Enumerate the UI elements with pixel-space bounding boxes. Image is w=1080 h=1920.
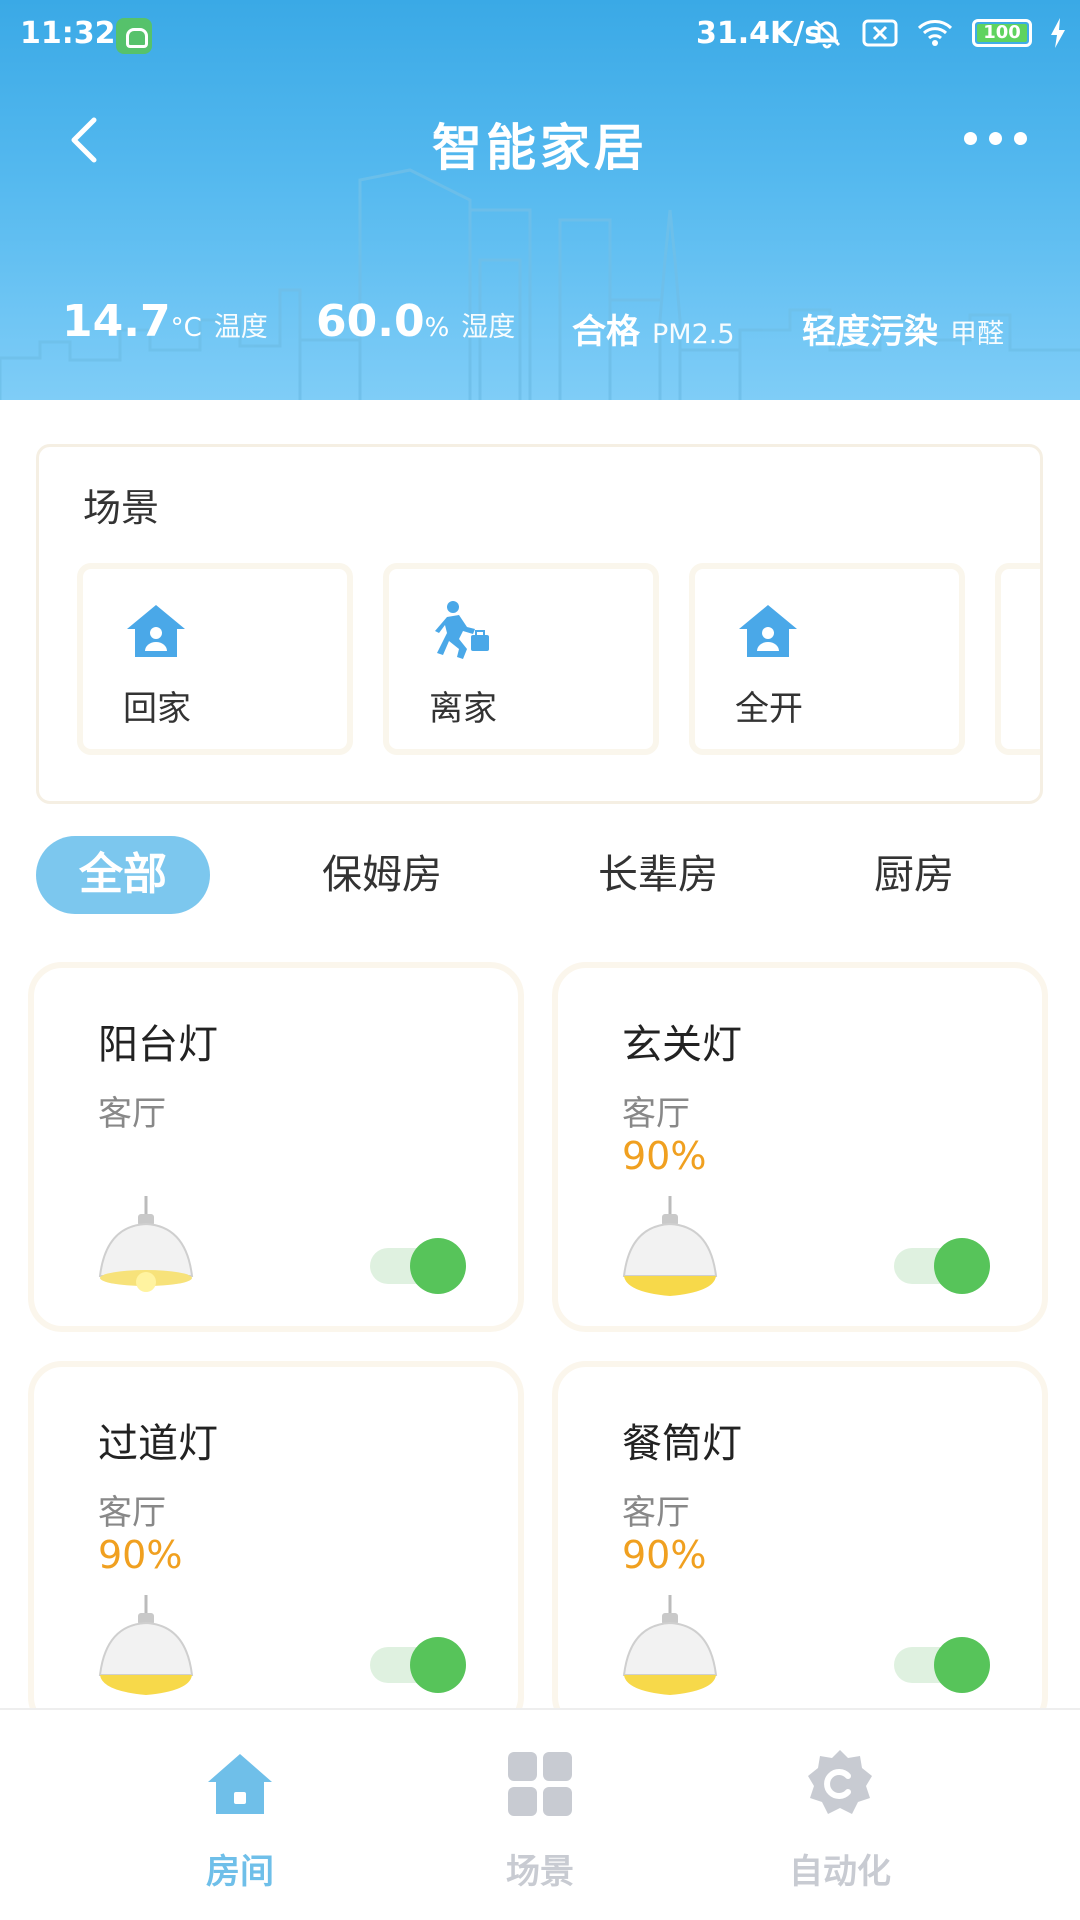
home-person-icon: [127, 605, 185, 657]
scenes-card: 场景 回家 离家 全开: [36, 444, 1043, 804]
status-bar: 11:32 31.4K/s 100: [0, 0, 1080, 72]
status-time: 11:32: [20, 16, 116, 51]
scene-item-all-on[interactable]: 全开: [689, 563, 965, 755]
home-person-icon: [1041, 599, 1043, 665]
house-icon: [208, 1754, 272, 1814]
power-toggle[interactable]: [894, 1637, 990, 1693]
battery-level: 100: [983, 22, 1021, 43]
pendant-lamp-icon: [98, 1595, 194, 1695]
charging-bolt-icon: [1051, 18, 1065, 48]
scene-item-partial[interactable]: [995, 563, 1043, 755]
temperature-value: 14.7: [62, 296, 171, 347]
pendant-lamp-icon: [622, 1196, 718, 1296]
city-skyline-illustration: [0, 168, 1080, 400]
device-card-dining-downlight[interactable]: 餐筒灯 客厅 90%: [552, 1361, 1048, 1731]
network-speed: 31.4K/s: [696, 16, 823, 51]
battery-indicator: 100: [972, 19, 1032, 47]
grid-icon: [508, 1752, 572, 1816]
nav-rooms[interactable]: 房间: [140, 1710, 340, 1920]
page-title: 智能家居: [432, 119, 648, 177]
pm25-value: 合格: [572, 312, 640, 352]
scene-label: 回家: [123, 689, 191, 729]
wifi-icon: [917, 20, 953, 46]
device-card-balcony-light[interactable]: 阳台灯 客厅: [28, 962, 524, 1332]
device-name: 过道灯: [98, 1421, 218, 1467]
formaldehyde-reading: 轻度污染 甲醛: [802, 304, 1004, 353]
scene-item-home[interactable]: 回家: [77, 563, 353, 755]
device-room: 客厅: [622, 1094, 690, 1134]
device-brightness: 90%: [622, 1134, 707, 1178]
device-brightness: 90%: [622, 1533, 707, 1577]
nav-label: 房间: [206, 1852, 274, 1892]
device-room: 客厅: [98, 1493, 166, 1533]
nav-label: 自动化: [789, 1852, 891, 1892]
scenes-title: 场景: [83, 486, 160, 530]
device-name: 阳台灯: [98, 1022, 218, 1068]
temperature-unit: °C: [170, 313, 202, 343]
walking-person-icon: [435, 601, 489, 659]
scene-label: 全开: [735, 689, 803, 729]
device-card-hallway-light[interactable]: 过道灯 客厅 90%: [28, 1361, 524, 1731]
bottom-navigation: 房间 场景 自动化: [0, 1708, 1080, 1920]
power-toggle[interactable]: [894, 1238, 990, 1294]
device-room: 客厅: [622, 1493, 690, 1533]
tab-elder-room[interactable]: 长辈房: [598, 836, 718, 914]
nav-automation[interactable]: 自动化: [740, 1710, 940, 1920]
device-name: 玄关灯: [622, 1022, 742, 1068]
sim-off-icon: [862, 19, 898, 47]
header-banner: 11:32 31.4K/s 100 智能家居 14.7°C 温度 60.0% 湿…: [0, 0, 1080, 400]
scene-label: 离家: [429, 689, 497, 729]
environment-readings: 14.7°C 温度 60.0% 湿度 合格 PM2.5 轻度污染 甲醛: [0, 296, 1080, 356]
gear-icon: [808, 1750, 872, 1814]
tab-kitchen[interactable]: 厨房: [874, 836, 954, 914]
power-toggle[interactable]: [370, 1238, 466, 1294]
more-menu-icon[interactable]: [964, 118, 1044, 158]
pendant-lamp-icon: [98, 1196, 194, 1292]
humidity-label: 湿度: [461, 312, 516, 343]
device-name: 餐筒灯: [622, 1421, 742, 1467]
formaldehyde-value: 轻度污染: [802, 312, 938, 352]
scene-item-leave[interactable]: 离家: [383, 563, 659, 755]
device-room: 客厅: [98, 1094, 166, 1134]
app-notification-icon: [116, 18, 152, 54]
tab-all[interactable]: 全部: [36, 836, 210, 914]
scene-list: 回家 离家 全开: [77, 563, 1043, 755]
home-person-icon: [739, 605, 797, 657]
tab-nanny-room[interactable]: 保姆房: [322, 836, 442, 914]
pm25-reading: 合格 PM2.5: [572, 304, 735, 353]
humidity-reading: 60.0% 湿度: [316, 296, 515, 347]
bell-muted-icon: [813, 19, 841, 49]
pm25-label: PM2.5: [652, 319, 735, 350]
pendant-lamp-icon: [622, 1595, 718, 1695]
power-toggle[interactable]: [370, 1637, 466, 1693]
device-brightness: 90%: [98, 1533, 183, 1577]
temperature-reading: 14.7°C 温度: [62, 296, 268, 347]
room-tabs: 全部 保姆房 长辈房 厨房: [0, 836, 1080, 916]
nav-scenes[interactable]: 场景: [440, 1710, 640, 1920]
humidity-value: 60.0: [316, 296, 425, 347]
nav-label: 场景: [506, 1852, 574, 1892]
device-card-entrance-light[interactable]: 玄关灯 客厅 90%: [552, 962, 1048, 1332]
humidity-unit: %: [424, 313, 450, 343]
temperature-label: 温度: [213, 312, 268, 343]
formaldehyde-label: 甲醛: [950, 319, 1004, 350]
